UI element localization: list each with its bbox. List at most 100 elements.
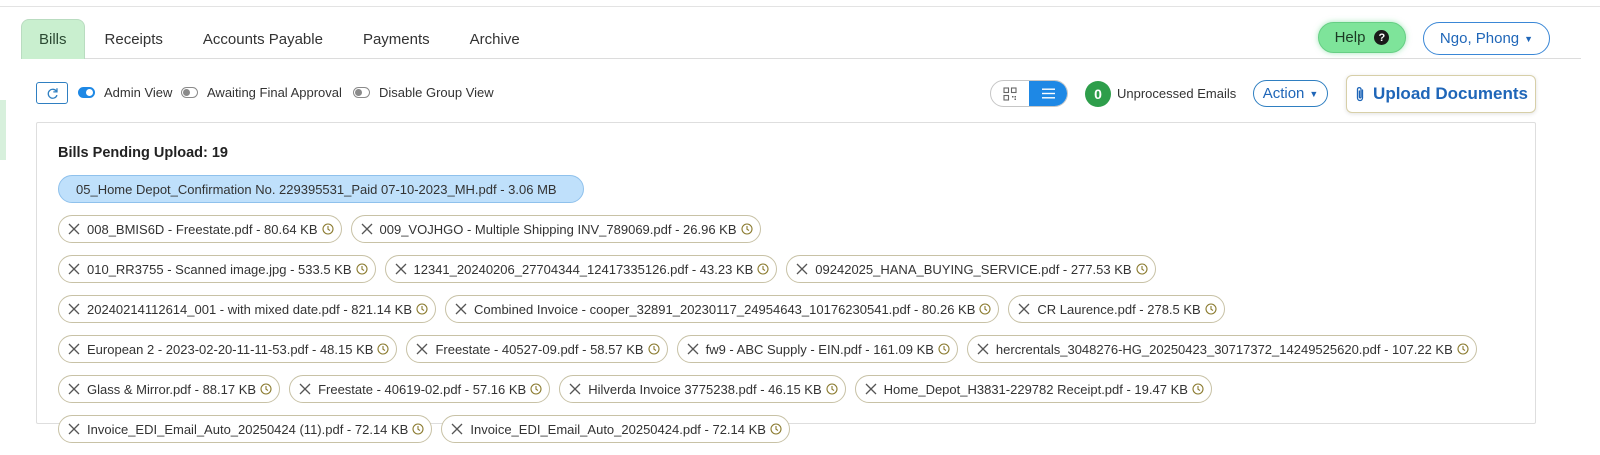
file-chip[interactable]: 09242025_HANA_BUYING_SERVICE.pdf - 277.5… <box>786 255 1156 283</box>
admin-view-toggle[interactable]: Admin View <box>78 85 172 100</box>
file-chip[interactable]: 008_BMIS6D - Freestate.pdf - 80.64 KB <box>58 215 342 243</box>
admin-view-label: Admin View <box>104 85 173 100</box>
file-chip-label: 20240214112614_001 - with mixed date.pdf… <box>87 301 412 317</box>
unprocessed-emails-label[interactable]: Unprocessed Emails <box>1117 86 1236 101</box>
remove-icon[interactable] <box>65 423 83 435</box>
chip-row: 008_BMIS6D - Freestate.pdf - 80.64 KB 009… <box>58 215 1528 243</box>
remove-icon[interactable] <box>65 223 83 235</box>
remove-icon[interactable] <box>566 383 584 395</box>
remove-icon[interactable] <box>65 383 83 395</box>
file-chip[interactable]: Combined Invoice - cooper_32891_20230117… <box>445 295 1000 323</box>
awaiting-final-approval-label: Awaiting Final Approval <box>207 85 342 100</box>
clock-icon <box>770 423 782 435</box>
clock-icon <box>412 423 424 435</box>
chip-row: Invoice_EDI_Email_Auto_20250424 (11).pdf… <box>58 415 1528 443</box>
user-menu-button[interactable]: Ngo, Phong ▼ <box>1423 22 1550 55</box>
file-chip-label: Home_Depot_H3831-229782 Receipt.pdf - 19… <box>883 381 1188 397</box>
clock-icon <box>416 303 428 315</box>
disable-group-view-switch[interactable] <box>353 87 370 98</box>
file-chip[interactable]: Invoice_EDI_Email_Auto_20250424.pdf - 72… <box>441 415 790 443</box>
file-chip[interactable]: CR Laurence.pdf - 278.5 KB <box>1008 295 1225 323</box>
clock-icon <box>757 263 769 275</box>
remove-icon[interactable] <box>1015 303 1033 315</box>
file-chip-label: Glass & Mirror.pdf - 88.17 KB <box>87 381 257 397</box>
file-chip-label: 010_RR3755 - Scanned image.jpg - 533.5 K… <box>87 261 352 277</box>
file-chip[interactable]: 20240214112614_001 - with mixed date.pdf… <box>58 295 436 323</box>
chip-row: European 2 - 2023-02-20-11-11-53.pdf - 4… <box>58 335 1528 363</box>
file-chip-label: 009_VOJHGO - Multiple Shipping INV_78906… <box>379 221 737 237</box>
file-chip-label: hercrentals_3048276-HG_20250423_30717372… <box>995 341 1453 357</box>
tab-archive[interactable]: Archive <box>450 19 540 59</box>
file-chip[interactable]: Hilverda Invoice 3775238.pdf - 46.15 KB <box>559 375 846 403</box>
file-chip-label: Invoice_EDI_Email_Auto_20250424.pdf - 72… <box>470 421 766 437</box>
file-chip-label: Invoice_EDI_Email_Auto_20250424 (11).pdf… <box>87 421 409 437</box>
remove-icon[interactable] <box>296 383 314 395</box>
user-name: Ngo, Phong <box>1439 30 1520 47</box>
file-chip-label: 09242025_HANA_BUYING_SERVICE.pdf - 277.5… <box>815 261 1132 277</box>
file-chip[interactable]: hercrentals_3048276-HG_20250423_30717372… <box>966 335 1477 363</box>
chip-row: 20240214112614_001 - with mixed date.pdf… <box>58 295 1528 323</box>
qr-grid-icon <box>1003 86 1017 101</box>
file-chip[interactable]: European 2 - 2023-02-20-11-11-53.pdf - 4… <box>58 335 398 363</box>
file-chip[interactable]: Glass & Mirror.pdf - 88.17 KB <box>58 375 281 403</box>
file-chip[interactable]: 010_RR3755 - Scanned image.jpg - 533.5 K… <box>58 255 376 283</box>
remove-icon[interactable] <box>65 343 83 355</box>
grid-view-button[interactable] <box>991 81 1029 106</box>
awaiting-final-approval-toggle[interactable]: Awaiting Final Approval <box>181 85 342 100</box>
file-chip[interactable]: Home_Depot_H3831-229782 Receipt.pdf - 19… <box>854 375 1212 403</box>
list-view-button[interactable] <box>1029 81 1067 106</box>
remove-icon[interactable] <box>974 343 992 355</box>
file-chip[interactable]: 05_Home Depot_Confirmation No. 229395531… <box>58 175 584 203</box>
action-dropdown-button[interactable]: Action ▼ <box>1253 80 1328 107</box>
file-chip[interactable]: Freestate - 40527-09.pdf - 58.57 KB <box>406 335 668 363</box>
clock-icon <box>355 263 368 275</box>
clock-icon <box>1205 303 1217 315</box>
file-chip[interactable]: 009_VOJHGO - Multiple Shipping INV_78906… <box>350 215 761 243</box>
help-button[interactable]: Help ? <box>1318 22 1406 53</box>
clock-icon <box>648 343 660 355</box>
refresh-button[interactable] <box>36 82 68 104</box>
clock-icon <box>1192 383 1204 395</box>
remove-icon[interactable] <box>793 263 811 275</box>
disable-group-view-label: Disable Group View <box>379 85 494 100</box>
clock-icon <box>938 343 950 355</box>
remove-icon[interactable] <box>452 303 470 315</box>
remove-icon[interactable] <box>358 223 376 235</box>
upload-documents-label: Upload Documents <box>1373 84 1528 103</box>
paperclip-icon <box>1356 87 1364 102</box>
remove-icon[interactable] <box>65 303 83 315</box>
file-chip-label: Combined Invoice - cooper_32891_20230117… <box>474 301 976 317</box>
file-chip[interactable]: Freestate - 40619-02.pdf - 57.16 KB <box>289 375 551 403</box>
tab-payments[interactable]: Payments <box>343 19 450 59</box>
tab-receipts[interactable]: Receipts <box>85 19 183 59</box>
disable-group-view-toggle[interactable]: Disable Group View <box>353 85 494 100</box>
file-chip[interactable]: fw9 - ABC Supply - EIN.pdf - 161.09 KB <box>676 335 958 363</box>
remove-icon[interactable] <box>413 343 431 355</box>
file-chip[interactable]: 12341_20240206_27704344_12417335126.pdf … <box>384 255 778 283</box>
clock-icon <box>826 383 838 395</box>
file-chip-label: fw9 - ABC Supply - EIN.pdf - 161.09 KB <box>705 341 934 357</box>
upload-documents-button[interactable]: Upload Documents <box>1346 75 1536 113</box>
tab-accounts-payable[interactable]: Accounts Payable <box>183 19 343 59</box>
chip-row: Glass & Mirror.pdf - 88.17 KB Freestate -… <box>58 375 1528 403</box>
side-accent <box>0 100 6 160</box>
clock-icon <box>260 383 272 395</box>
remove-icon[interactable] <box>862 383 880 395</box>
awaiting-final-approval-switch[interactable] <box>181 87 198 98</box>
file-chip[interactable]: Invoice_EDI_Email_Auto_20250424 (11).pdf… <box>58 415 433 443</box>
help-label: Help <box>1334 29 1366 46</box>
unprocessed-count-badge[interactable]: 0 <box>1085 81 1111 107</box>
remove-icon[interactable] <box>684 343 702 355</box>
tab-bar: Bills Receipts Accounts Payable Payments… <box>21 19 540 59</box>
tab-bills[interactable]: Bills <box>21 19 85 59</box>
view-mode-toggle <box>990 80 1068 107</box>
clock-icon <box>1457 343 1469 355</box>
admin-view-switch[interactable] <box>78 87 95 98</box>
question-icon: ? <box>1374 30 1390 45</box>
file-chip-label: 008_BMIS6D - Freestate.pdf - 80.64 KB <box>87 221 318 237</box>
top-border <box>0 6 1600 7</box>
remove-icon[interactable] <box>392 263 410 275</box>
action-label: Action <box>1262 85 1305 102</box>
remove-icon[interactable] <box>65 263 83 275</box>
remove-icon[interactable] <box>448 423 466 435</box>
